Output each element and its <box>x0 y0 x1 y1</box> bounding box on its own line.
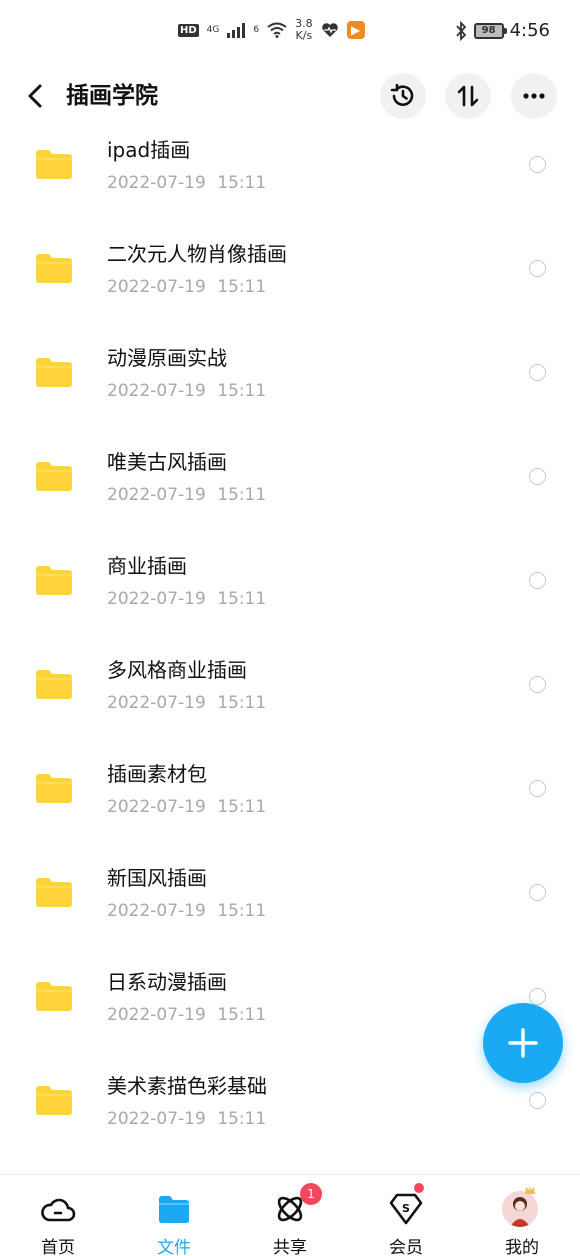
file-date: 2022-07-19 15:11 <box>107 1109 267 1129</box>
tab-label: 文件 <box>157 1238 191 1256</box>
history-button[interactable] <box>380 73 426 119</box>
folder-icon <box>36 254 72 283</box>
file-name: 商业插画 <box>107 554 187 578</box>
folder-icon <box>36 878 72 907</box>
list-item[interactable]: 美术素描色彩基础 2022-07-19 15:11 <box>0 1060 580 1164</box>
list-item[interactable]: 插画素材包 2022-07-19 15:11 <box>0 748 580 852</box>
list-item[interactable]: 多风格商业插画 2022-07-19 15:11 <box>0 644 580 748</box>
tab-label: 共享 <box>273 1238 307 1256</box>
file-date: 2022-07-19 15:11 <box>107 381 267 401</box>
status-time: 4:56 <box>509 20 550 41</box>
select-checkbox[interactable] <box>529 884 546 901</box>
file-date: 2022-07-19 15:11 <box>107 797 267 817</box>
speed-unit: K/s <box>295 29 313 42</box>
file-name: 动漫原画实战 <box>107 346 227 370</box>
sort-button[interactable] <box>445 73 491 119</box>
cellular-signal-icon <box>227 22 246 38</box>
folder-icon <box>36 150 72 179</box>
vip-diamond-icon: S <box>389 1193 423 1225</box>
svg-text:S: S <box>402 1202 410 1215</box>
plus-icon <box>508 1028 538 1058</box>
app-notification-icon: ▶ <box>346 21 365 39</box>
crown-icon <box>525 1186 535 1194</box>
file-date: 2022-07-19 15:11 <box>107 1005 267 1025</box>
bottom-tab-bar: 首页 文件 1 共享 S 会员 我的 <box>0 1174 580 1256</box>
notification-dot <box>414 1183 424 1193</box>
folder-icon <box>36 670 72 699</box>
status-bar: HD 4G 6 3.8 K/s ▶ 98 4:56 <box>0 0 580 64</box>
list-item[interactable]: 唯美古风插画 2022-07-19 15:11 <box>0 436 580 540</box>
list-item[interactable]: ipad插画 2022-07-19 15:11 <box>0 124 580 228</box>
select-checkbox[interactable] <box>529 260 546 277</box>
file-name: 插画素材包 <box>107 762 207 786</box>
file-name: 日系动漫插画 <box>107 970 227 994</box>
file-date: 2022-07-19 15:11 <box>107 277 267 297</box>
select-checkbox[interactable] <box>529 676 546 693</box>
file-name: 多风格商业插画 <box>107 658 247 682</box>
file-date: 2022-07-19 15:11 <box>107 589 267 609</box>
tab-share[interactable]: 1 共享 <box>232 1175 348 1256</box>
bluetooth-icon <box>455 20 466 41</box>
select-checkbox[interactable] <box>529 1092 546 1109</box>
folder-icon <box>36 462 72 491</box>
tab-home[interactable]: 首页 <box>0 1175 116 1256</box>
folder-icon <box>36 358 72 387</box>
hd-icon: HD <box>178 23 199 37</box>
network-type-label: 4G <box>206 24 220 35</box>
list-item[interactable]: 二次元人物肖像插画 2022-07-19 15:11 <box>0 228 580 332</box>
list-item[interactable]: 商业插画 2022-07-19 15:11 <box>0 540 580 644</box>
app-header: 插画学院 <box>0 70 580 124</box>
file-name: 美术素描色彩基础 <box>107 1074 267 1098</box>
heart-rate-icon <box>321 23 338 37</box>
tab-files[interactable]: 文件 <box>116 1175 232 1256</box>
file-date: 2022-07-19 15:11 <box>107 485 267 505</box>
chevron-left-icon <box>28 84 42 108</box>
wifi-label: 6 <box>253 24 260 35</box>
file-date: 2022-07-19 15:11 <box>107 693 267 713</box>
tab-label: 首页 <box>41 1238 75 1256</box>
select-checkbox[interactable] <box>529 364 546 381</box>
select-checkbox[interactable] <box>529 572 546 589</box>
folder-icon <box>36 774 72 803</box>
tab-vip[interactable]: S 会员 <box>348 1175 464 1256</box>
status-icons: HD 4G 6 3.8 K/s ▶ <box>178 18 365 42</box>
sort-icon <box>457 85 479 107</box>
file-date: 2022-07-19 15:11 <box>107 901 267 921</box>
notification-badge: 1 <box>300 1183 322 1205</box>
file-name: 新国风插画 <box>107 866 207 890</box>
tab-label: 会员 <box>389 1238 423 1256</box>
tab-profile[interactable]: 我的 <box>464 1175 580 1256</box>
file-date: 2022-07-19 15:11 <box>107 173 267 193</box>
folder-icon <box>36 566 72 595</box>
more-options-button[interactable] <box>511 73 557 119</box>
history-icon <box>390 83 414 106</box>
battery-indicator: 98 <box>473 22 507 39</box>
page-title: 插画学院 <box>66 83 158 109</box>
list-item[interactable]: 动漫原画实战 2022-07-19 15:11 <box>0 332 580 436</box>
avatar <box>502 1191 538 1227</box>
folder-icon <box>159 1196 189 1223</box>
select-checkbox[interactable] <box>529 468 546 485</box>
back-button[interactable] <box>20 80 52 112</box>
folder-icon <box>36 982 72 1011</box>
status-right: 98 4:56 <box>454 20 550 41</box>
select-checkbox[interactable] <box>529 988 546 1005</box>
tab-label: 我的 <box>505 1238 539 1256</box>
folder-icon <box>36 1086 72 1115</box>
file-name: 唯美古风插画 <box>107 450 227 474</box>
wifi-icon <box>267 22 287 38</box>
network-speed: 3.8 K/s <box>295 18 313 42</box>
file-name: 二次元人物肖像插画 <box>107 242 287 266</box>
avatar-illustration <box>502 1191 538 1227</box>
select-checkbox[interactable] <box>529 780 546 797</box>
more-dots-icon <box>523 93 545 99</box>
cloud-icon <box>41 1198 76 1222</box>
list-item[interactable]: 新国风插画 2022-07-19 15:11 <box>0 852 580 956</box>
select-checkbox[interactable] <box>529 156 546 173</box>
file-name: ipad插画 <box>107 138 191 162</box>
add-button[interactable] <box>483 1003 563 1083</box>
